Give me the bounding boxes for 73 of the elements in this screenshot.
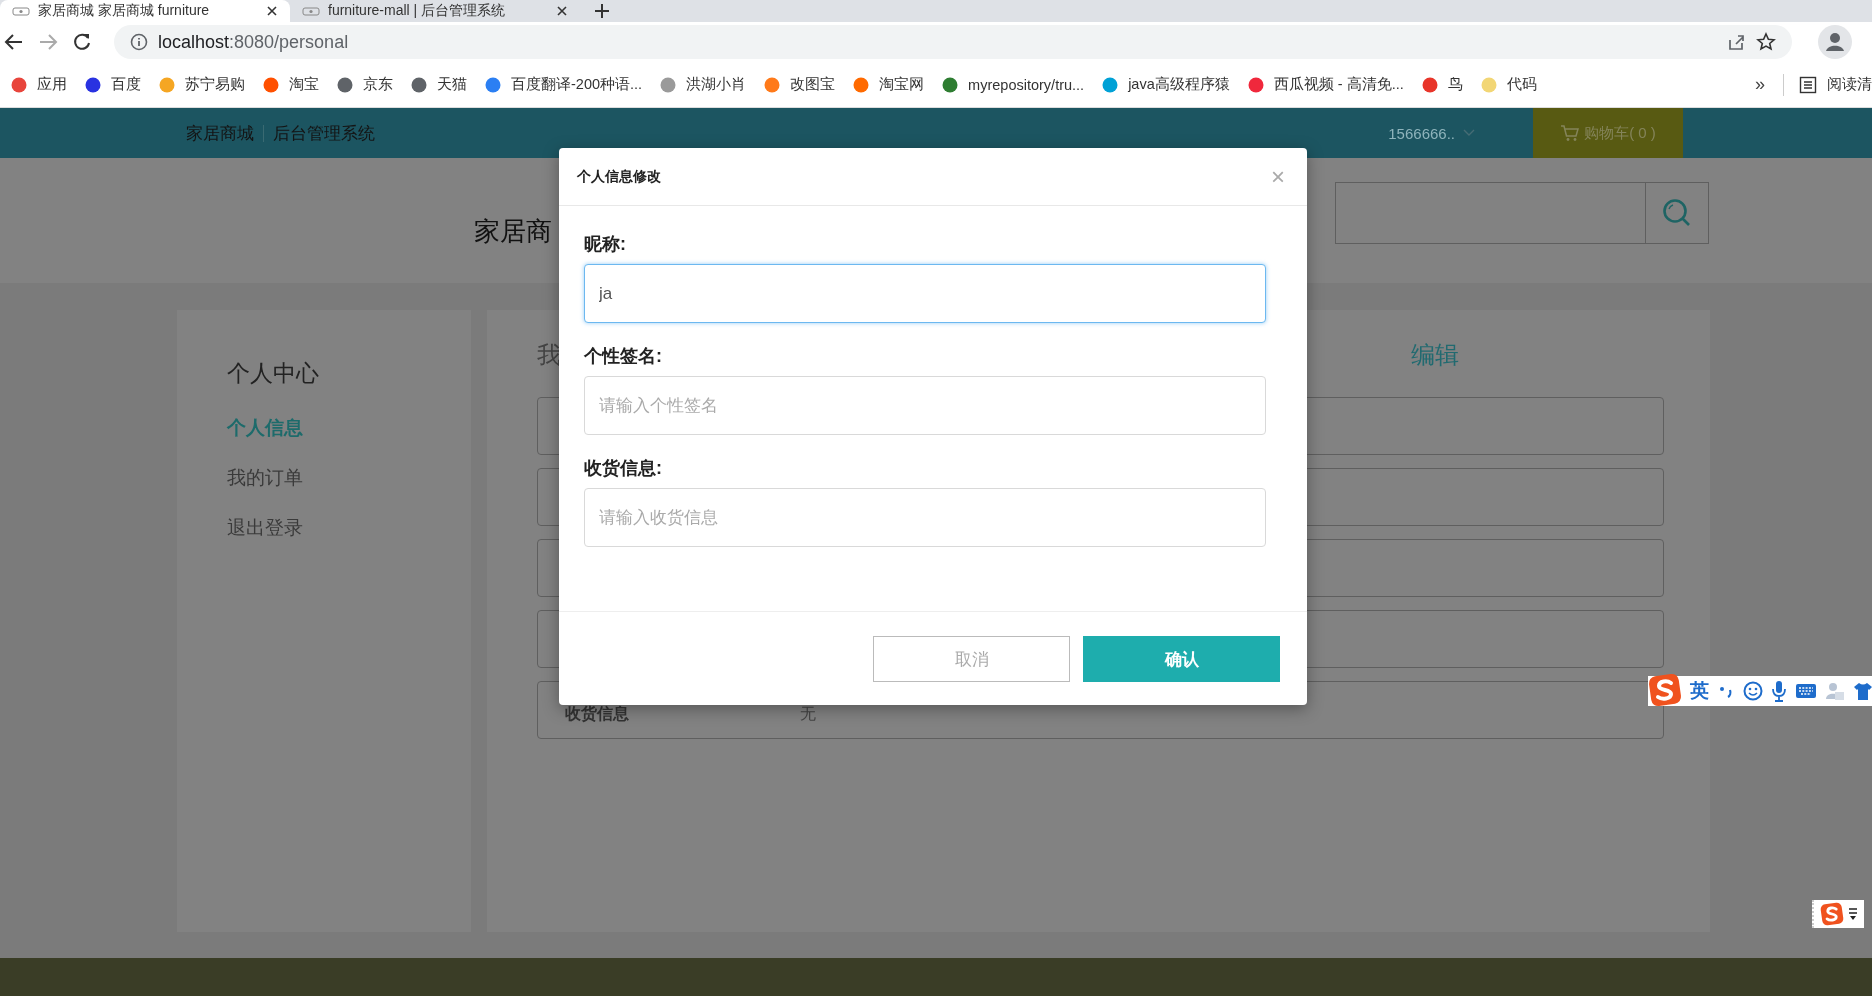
microphone-icon[interactable] [1771, 680, 1787, 702]
list-icon [1799, 75, 1817, 94]
site-icon [660, 76, 677, 93]
user-menu[interactable]: 1566666.. [1388, 124, 1475, 142]
site-icon [1102, 76, 1119, 93]
site-icon [764, 76, 781, 93]
bookmark[interactable]: 天猫 [402, 68, 476, 101]
input-field[interactable]: 请输入收货信息 [584, 488, 1266, 547]
site-icon [411, 76, 427, 93]
site-icon [1421, 76, 1438, 93]
close-icon[interactable] [556, 5, 568, 17]
row-label: 收货信息 [565, 703, 630, 725]
star-icon[interactable] [1756, 32, 1776, 52]
input-mode[interactable]: 英 [1690, 678, 1709, 704]
field-label: 昵称: [584, 233, 627, 256]
input-field[interactable]: 请输入个性签名 [584, 376, 1266, 435]
bookmark[interactable]: 京东 [328, 68, 402, 101]
bookmark[interactable]: 西瓜视频 - 高清免... [1238, 68, 1413, 101]
site-icon [11, 76, 27, 93]
site-icon [85, 76, 101, 93]
cart-icon [1560, 124, 1581, 142]
bookmark[interactable]: 代码 [1471, 68, 1546, 101]
bookmark[interactable]: 改图宝 [755, 68, 845, 101]
shirt-icon[interactable] [1853, 681, 1872, 701]
section-title: 我 [537, 339, 561, 370]
new-tab-icon[interactable] [594, 3, 610, 19]
site-icon [263, 76, 279, 93]
dialog-title: 个人信息修改 [577, 167, 661, 186]
bookmark[interactable]: 百度翻译-200种语... [476, 68, 652, 101]
field-label: 个性签名: [584, 345, 663, 368]
close-icon[interactable] [266, 5, 278, 17]
tab-title: 家居商城 家居商城 furniture [38, 2, 211, 20]
bookmark[interactable]: 淘宝 [254, 68, 328, 101]
site-icon [337, 76, 353, 93]
bookmark[interactable]: 苏宁易购 [150, 68, 254, 101]
address-bar[interactable]: localhost:8080/personal [114, 25, 1792, 59]
bookmark[interactable]: 应用 [2, 68, 76, 101]
browser-tab[interactable]: 家居商城 家居商城 furniture [0, 0, 290, 22]
input-field[interactable]: ja [584, 264, 1266, 323]
site-icon [159, 76, 175, 93]
bookmark[interactable]: myrepository/tru... [933, 68, 1094, 101]
bookmark[interactable]: 淘宝网 [844, 68, 934, 101]
bookmark[interactable]: 百度 [76, 68, 150, 101]
site-icon [942, 76, 959, 93]
caret-icon [1463, 129, 1475, 137]
favicon-icon [302, 5, 320, 17]
url-text: localhost:8080/personal [158, 31, 350, 53]
share-icon[interactable] [1726, 32, 1746, 52]
overflow-chevron[interactable]: » [1743, 74, 1777, 95]
row-value: 无 [800, 703, 816, 724]
smiley-icon[interactable] [1743, 681, 1763, 701]
favicon-icon [12, 5, 30, 17]
sidebar-title: 个人中心 [227, 359, 319, 388]
search-icon [1662, 197, 1692, 228]
back-icon[interactable] [4, 32, 24, 52]
info-icon [130, 33, 148, 51]
reading-list[interactable]: 阅读清 [1790, 68, 1872, 101]
bookmark[interactable]: 洪湖小肖 [651, 68, 756, 101]
site-icon [853, 76, 870, 93]
reload-icon[interactable] [72, 32, 92, 52]
search-field[interactable] [1335, 181, 1646, 244]
tab-title: furniture-mall | 后台管理系统 [328, 2, 507, 20]
bookmark[interactable]: java高级程序猿 [1093, 68, 1239, 101]
site-icon [485, 76, 501, 93]
site-icon [1247, 76, 1264, 93]
profile-icon[interactable] [1818, 25, 1852, 59]
menu-icon[interactable] [1848, 906, 1858, 922]
keyboard-icon[interactable] [1795, 683, 1817, 699]
field-label: 收货信息: [584, 457, 663, 480]
site-logo: 家居商 [474, 215, 552, 248]
site-icon [1480, 76, 1497, 93]
browser-tab[interactable]: furniture-mall | 后台管理系统 [290, 0, 580, 22]
bookmark[interactable]: 鸟 [1412, 68, 1472, 101]
